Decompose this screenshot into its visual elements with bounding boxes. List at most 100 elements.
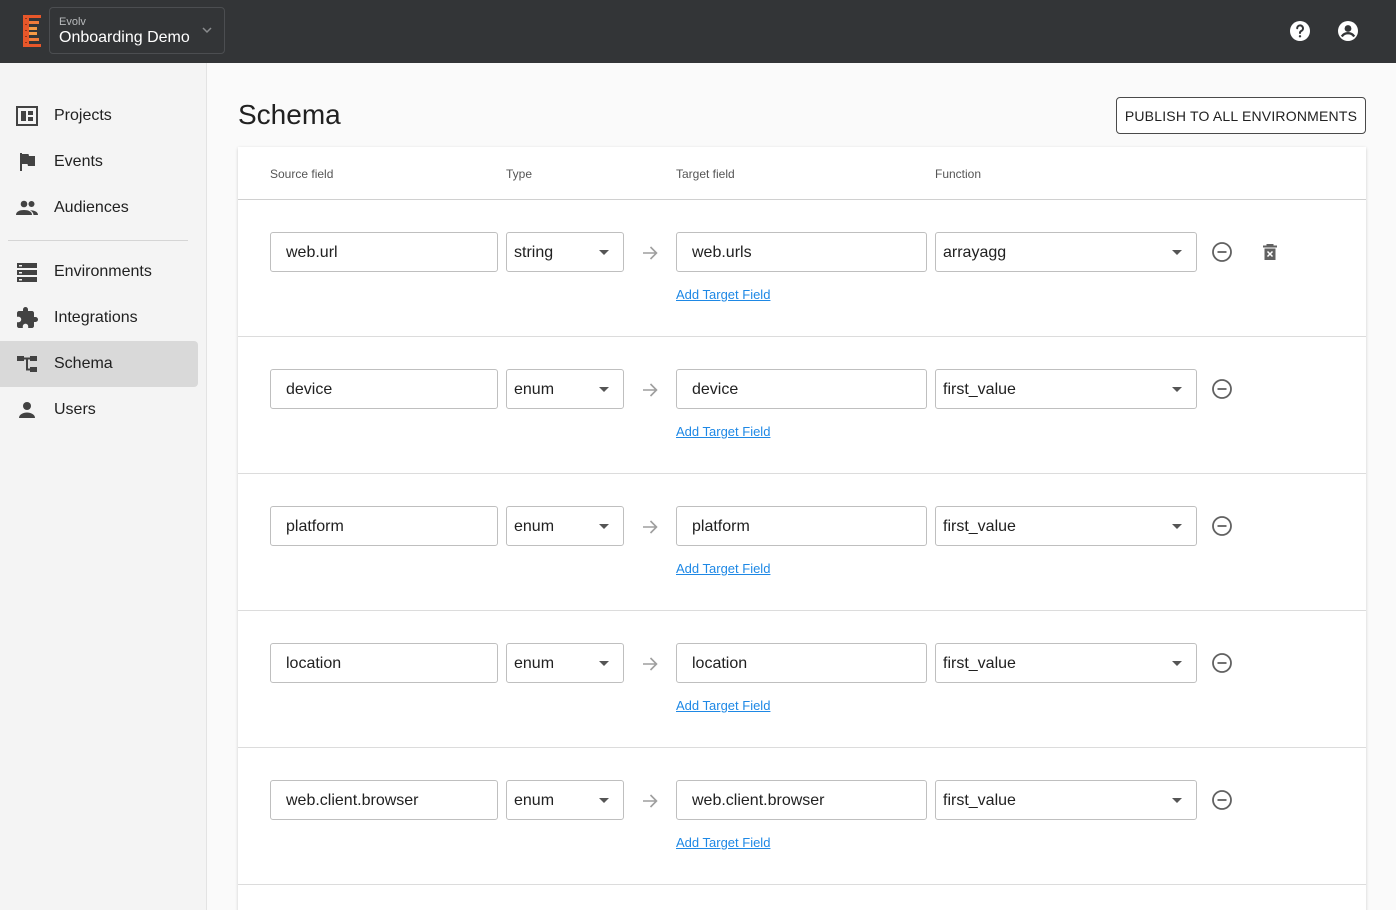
target-field-value: platform — [692, 518, 750, 535]
puzzle-icon — [17, 307, 38, 328]
arrow-right-icon — [643, 383, 658, 397]
flag-icon — [20, 153, 35, 171]
sidebar-item-label: Schema — [54, 355, 113, 372]
column-header-target: Target field — [676, 167, 735, 181]
target-field-value: web.client.browser — [692, 792, 825, 809]
storage-icon — [17, 263, 37, 282]
target-field-input[interactable]: platform — [676, 506, 927, 546]
table-row: platform enum platform Add Target Field … — [238, 474, 1366, 611]
person-icon — [19, 402, 35, 418]
function-select[interactable]: first_value — [935, 780, 1197, 820]
remove-circle-icon[interactable] — [1211, 515, 1233, 537]
sidebar-item-projects[interactable]: Projects — [0, 93, 198, 139]
dropdown-caret-icon — [599, 387, 609, 392]
type-select-value: enum — [514, 518, 555, 535]
dropdown-caret-icon — [1172, 798, 1182, 803]
dropdown-caret-icon — [1172, 387, 1182, 392]
source-field-input[interactable]: web.url — [270, 232, 498, 272]
table-row: web.url string web.urls Add Target Field… — [238, 200, 1366, 337]
function-select[interactable]: first_value — [935, 643, 1197, 683]
function-select[interactable]: first_value — [935, 506, 1197, 546]
function-select-value: first_value — [943, 518, 1016, 535]
add-target-field-link[interactable]: Add Target Field — [676, 287, 770, 302]
sidebar-item-environments[interactable]: Environments — [0, 249, 198, 295]
type-select-value: string — [514, 244, 554, 261]
delete-icon[interactable] — [1259, 241, 1281, 263]
target-field-input[interactable]: location — [676, 643, 927, 683]
table-row: location enum location Add Target Field … — [238, 611, 1366, 748]
sidebar-item-label: Audiences — [54, 199, 129, 216]
function-select-value: first_value — [943, 381, 1016, 398]
account-circle-icon[interactable] — [1336, 19, 1360, 43]
type-select[interactable]: string — [506, 232, 624, 272]
sidebar-divider — [8, 240, 188, 241]
add-target-field-link[interactable]: Add Target Field — [676, 561, 770, 576]
source-field-value: platform — [286, 518, 344, 535]
type-select-value: enum — [514, 381, 555, 398]
function-select[interactable]: first_value — [935, 369, 1197, 409]
target-field-input[interactable]: web.urls — [676, 232, 927, 272]
source-field-input[interactable]: device — [270, 369, 498, 409]
sidebar-item-label: Events — [54, 153, 103, 170]
sidebar-item-users[interactable]: Users — [0, 387, 198, 433]
add-target-field-link[interactable]: Add Target Field — [676, 424, 770, 439]
type-select[interactable]: enum — [506, 506, 624, 546]
evolv-logo-icon — [23, 15, 41, 47]
publish-all-environments-button[interactable]: PUBLISH TO ALL ENVIRONMENTS — [1116, 97, 1366, 134]
function-select-value: arrayagg — [943, 244, 1007, 261]
column-header-function: Function — [935, 167, 982, 181]
source-field-input[interactable]: location — [270, 643, 498, 683]
schema-tree-icon — [17, 356, 37, 372]
type-select[interactable]: enum — [506, 369, 624, 409]
arrow-right-icon — [643, 794, 658, 808]
sidebar-item-label: Users — [54, 401, 96, 418]
remove-circle-icon[interactable] — [1211, 789, 1233, 811]
type-select-value: enum — [514, 792, 555, 809]
org-label: Evolv — [59, 16, 86, 28]
source-field-input[interactable]: platform — [270, 506, 498, 546]
schema-table: Source field Type Target field Function … — [238, 147, 1366, 910]
dropdown-caret-icon — [599, 250, 609, 255]
page-title: Schema — [238, 99, 341, 130]
sidebar-item-integrations[interactable]: Integrations — [0, 295, 198, 341]
dropdown-caret-icon — [1172, 661, 1182, 666]
remove-circle-icon[interactable] — [1211, 652, 1233, 674]
org-switcher[interactable]: Evolv Onboarding Demo — [49, 7, 225, 54]
sidebar-item-label: Integrations — [54, 309, 138, 326]
arrow-right-icon — [643, 520, 658, 534]
dropdown-caret-icon — [1172, 524, 1182, 529]
remove-circle-icon[interactable] — [1211, 378, 1233, 400]
type-select-value: enum — [514, 655, 555, 672]
column-header-type: Type — [506, 167, 533, 181]
sidebar-nav: Projects Events Audiences Environments I… — [0, 63, 207, 910]
org-name: Onboarding Demo — [59, 29, 190, 46]
dropdown-caret-icon — [599, 798, 609, 803]
add-target-field-link[interactable]: Add Target Field — [676, 835, 770, 850]
help-circle-icon[interactable] — [1288, 19, 1312, 43]
source-field-value: web.url — [286, 244, 338, 261]
source-field-input[interactable]: web.client.browser — [270, 780, 498, 820]
source-field-value: web.client.browser — [286, 792, 419, 809]
type-select[interactable]: enum — [506, 643, 624, 683]
sidebar-item-audiences[interactable]: Audiences — [0, 185, 198, 231]
dropdown-caret-icon — [599, 524, 609, 529]
sidebar-item-schema[interactable]: Schema — [0, 341, 198, 387]
remove-circle-icon[interactable] — [1211, 241, 1233, 263]
sidebar-item-label: Environments — [54, 263, 152, 280]
chevron-down-icon — [202, 27, 212, 34]
type-select[interactable]: enum — [506, 780, 624, 820]
sidebar-item-events[interactable]: Events — [0, 139, 198, 185]
table-row: device enum device Add Target Field firs… — [238, 337, 1366, 474]
column-header-source: Source field — [270, 167, 334, 181]
top-app-bar: Evolv Onboarding Demo — [0, 0, 1396, 63]
function-select[interactable]: arrayagg — [935, 232, 1197, 272]
function-select-value: first_value — [943, 792, 1016, 809]
people-icon — [16, 200, 38, 215]
target-field-input[interactable]: device — [676, 369, 927, 409]
arrow-right-icon — [643, 657, 658, 671]
add-target-field-link[interactable]: Add Target Field — [676, 698, 770, 713]
function-select-value: first_value — [943, 655, 1016, 672]
dropdown-caret-icon — [1172, 250, 1182, 255]
target-field-input[interactable]: web.client.browser — [676, 780, 927, 820]
dashboard-icon — [16, 106, 38, 126]
